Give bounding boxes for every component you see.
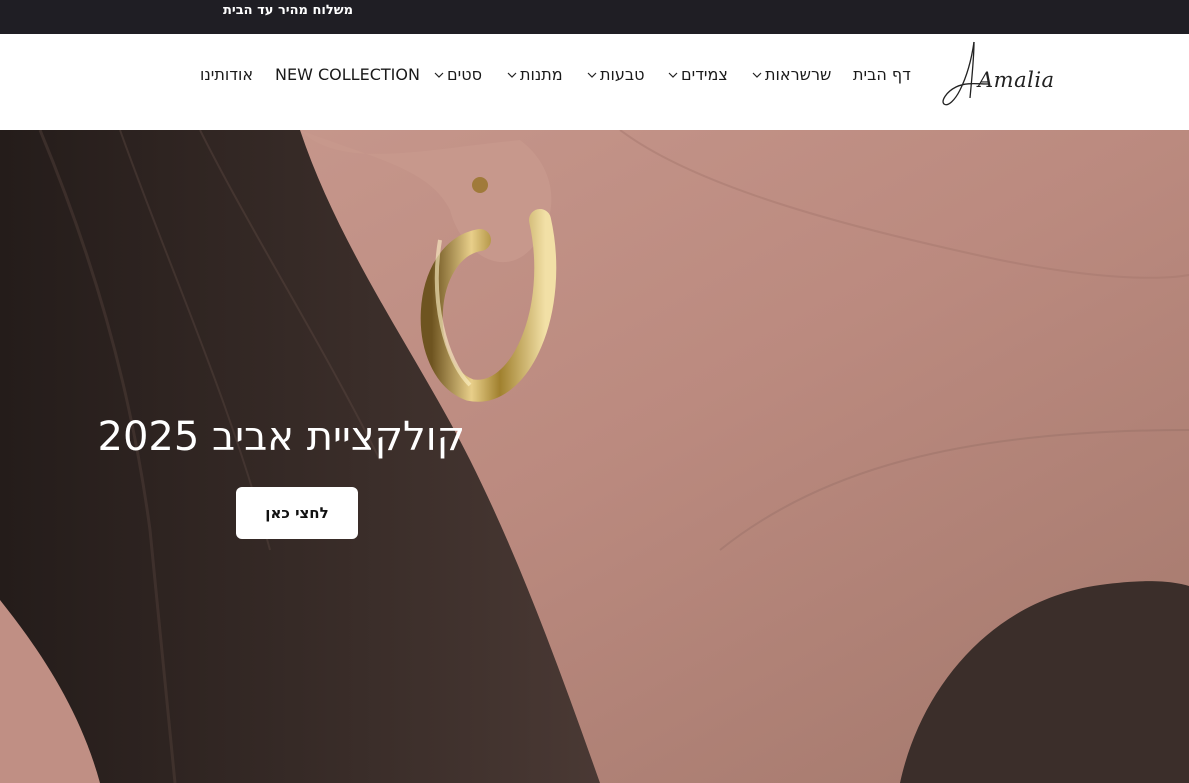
- nav-item-about[interactable]: אודותינו: [200, 63, 253, 87]
- chevron-down-icon: [668, 72, 678, 78]
- nav-item-label: צמידים: [681, 65, 728, 84]
- nav-item-label: NEW COLLECTION: [275, 65, 420, 84]
- nav-item-label: שרשראות: [765, 65, 832, 84]
- chevron-down-icon: [752, 72, 762, 78]
- hero-cta-button[interactable]: לחצי כאן: [236, 487, 358, 539]
- chevron-down-icon: [587, 72, 597, 78]
- hero-title: קולקציית אביב 2025: [97, 414, 465, 460]
- nav-item-sets[interactable]: סטים: [434, 63, 482, 87]
- nav-item-new-collection[interactable]: NEW COLLECTION: [275, 63, 420, 87]
- nav-item-label: אודותינו: [200, 65, 254, 84]
- nav-item-label: סטים: [447, 65, 482, 84]
- nav-item-gifts[interactable]: מתנות: [507, 63, 563, 87]
- nav-item-label: דף הבית: [853, 65, 911, 84]
- main-nav: דף הבית שרשראות צמידים טבעות מתנות סטים …: [0, 63, 1189, 87]
- nav-item-label: מתנות: [520, 65, 563, 84]
- chevron-down-icon: [507, 72, 517, 78]
- chevron-down-icon: [434, 72, 444, 78]
- nav-item-bracelets[interactable]: צמידים: [668, 63, 728, 87]
- nav-item-necklaces[interactable]: שרשראות: [752, 63, 831, 87]
- nav-item-rings[interactable]: טבעות: [587, 63, 645, 87]
- nav-item-label: טבעות: [600, 65, 645, 84]
- announcement-bar: משלוח מהיר עד הבית: [0, 0, 1189, 34]
- nav-item-home[interactable]: דף הבית: [853, 63, 911, 87]
- hero-banner: קולקציית אביב 2025 לחצי כאן: [0, 130, 1189, 783]
- site-header: Amalia דף הבית שרשראות צמידים טבעות מתנו…: [0, 34, 1189, 130]
- announcement-text: משלוח מהיר עד הבית: [223, 3, 353, 18]
